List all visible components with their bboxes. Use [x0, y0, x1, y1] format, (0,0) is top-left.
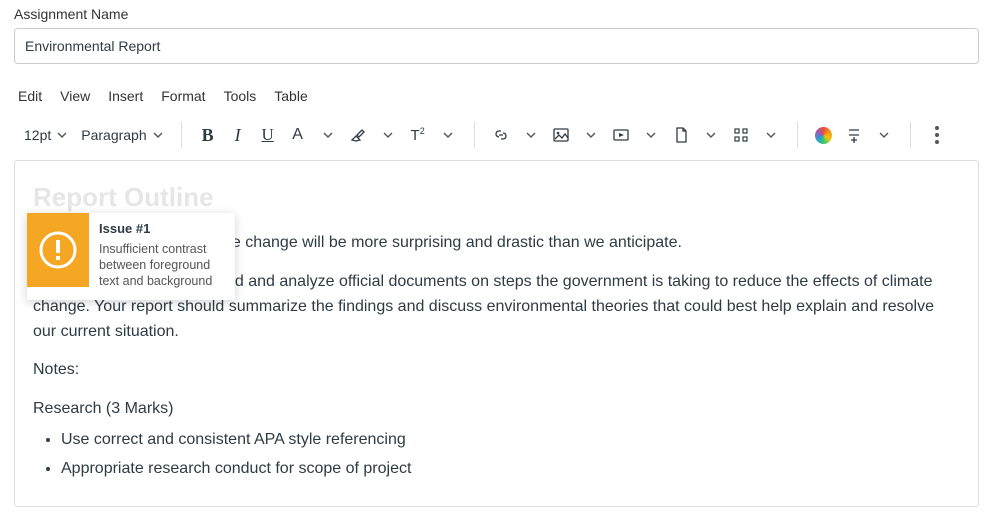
assignment-name-input[interactable]	[14, 28, 979, 64]
apps-button[interactable]	[727, 121, 755, 149]
chevron-down-icon	[153, 132, 163, 138]
accessibility-issue-title: Issue #1	[99, 221, 225, 238]
link-menu[interactable]	[517, 121, 545, 149]
menu-tools[interactable]: Tools	[224, 88, 257, 104]
document-menu[interactable]	[697, 121, 725, 149]
accessibility-issue-body: Insufficient contrast between foreground…	[99, 241, 225, 290]
toolbar-separator	[181, 122, 182, 148]
accessibility-issue-popup[interactable]: Issue #1 Insufficient contrast between f…	[27, 213, 235, 300]
warning-icon	[27, 213, 89, 287]
equation-menu[interactable]	[870, 121, 898, 149]
bold-button[interactable]: B	[194, 121, 222, 149]
apps-icon	[732, 126, 750, 144]
italic-button[interactable]: I	[224, 121, 252, 149]
media-button[interactable]	[607, 121, 635, 149]
accessibility-issue-text: Issue #1 Insufficient contrast between f…	[89, 213, 235, 300]
superscript-button[interactable]: T2	[404, 121, 432, 149]
apps-menu[interactable]	[757, 121, 785, 149]
rich-text-editor: Edit View Insert Format Tools Table 12pt…	[14, 88, 979, 507]
menu-edit[interactable]: Edit	[18, 88, 42, 104]
toolbar-separator	[474, 122, 475, 148]
list-item: Appropriate research conduct for scope o…	[61, 457, 960, 482]
document-icon	[672, 126, 690, 144]
media-icon	[612, 126, 630, 144]
external-tool-button[interactable]	[810, 121, 838, 149]
more-options-button[interactable]	[923, 121, 951, 149]
font-size-value: 12pt	[24, 127, 51, 143]
editor-content-area[interactable]: Issue #1 Insufficient contrast between f…	[14, 160, 979, 507]
toolbar-separator	[910, 122, 911, 148]
rainbow-circle-icon	[815, 127, 832, 144]
superscript-menu[interactable]	[434, 121, 462, 149]
content-notes: Notes:	[33, 358, 960, 383]
content-bullet-list: Use correct and consistent APA style ref…	[33, 428, 960, 482]
font-size-select[interactable]: 12pt	[18, 120, 73, 150]
editor-toolbar: 12pt Paragraph B I U A T2	[14, 114, 979, 160]
document-button[interactable]	[667, 121, 695, 149]
chevron-down-icon	[57, 132, 67, 138]
link-button[interactable]	[487, 121, 515, 149]
equation-button[interactable]	[840, 121, 868, 149]
assignment-name-label: Assignment Name	[14, 6, 979, 22]
text-color-button[interactable]: A	[284, 121, 312, 149]
toolbar-separator	[797, 122, 798, 148]
text-color-menu[interactable]	[314, 121, 342, 149]
menu-table[interactable]: Table	[274, 88, 307, 104]
highlight-menu[interactable]	[374, 121, 402, 149]
highlight-button[interactable]	[344, 121, 372, 149]
menu-view[interactable]: View	[60, 88, 90, 104]
underline-button[interactable]: U	[254, 121, 282, 149]
media-menu[interactable]	[637, 121, 665, 149]
paragraph-style-value: Paragraph	[81, 127, 146, 143]
menu-format[interactable]: Format	[161, 88, 205, 104]
editor-menubar: Edit View Insert Format Tools Table	[14, 88, 979, 114]
image-menu[interactable]	[577, 121, 605, 149]
image-icon	[552, 126, 570, 144]
image-button[interactable]	[547, 121, 575, 149]
content-heading: Report Outline	[33, 177, 960, 217]
highlighter-icon	[349, 126, 367, 144]
list-item: Use correct and consistent APA style ref…	[61, 428, 960, 453]
menu-insert[interactable]: Insert	[108, 88, 143, 104]
paragraph-style-select[interactable]: Paragraph	[75, 120, 168, 150]
equation-icon	[845, 126, 863, 144]
link-icon	[492, 126, 510, 144]
content-research: Research (3 Marks)	[33, 397, 960, 422]
